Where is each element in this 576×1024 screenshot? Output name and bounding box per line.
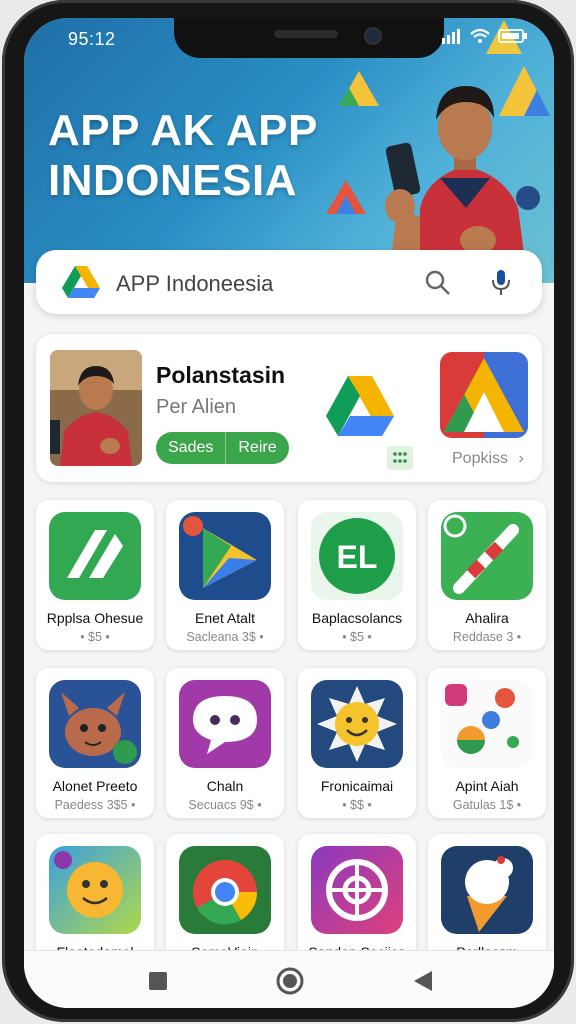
app-meta: • $$ • [342,798,372,812]
app-name: Baplacsolancs [311,610,403,626]
app-meta: Gatulas 1$ • [452,798,522,812]
featured-button-group: Sades Reire [156,432,289,464]
svg-text:EL: EL [337,539,378,575]
hero-title-line2: INDONESIA [48,156,297,205]
app-card[interactable]: Ahalira Reddase 3 • [428,500,546,650]
navigation-bar [24,950,554,1008]
decor-triangle-icon [326,180,366,214]
drive-logo-icon[interactable] [326,376,394,436]
app-icon-play-triangle [179,512,271,600]
app-meta: • $5 • [80,630,110,644]
app-name: Apint Aiah [455,778,519,794]
app-icon-ice-cream [441,846,533,934]
grid-icon[interactable] [387,446,413,470]
app-meta: Reddase 3 • [452,630,522,644]
app-icon-el-circle: EL [311,512,403,600]
app-card[interactable]: Fronicaimai • $$ • [298,668,416,818]
app-icon-wheel [311,846,403,934]
app-icon-creature [49,680,141,768]
status-bar: 95:12 [24,18,554,62]
app-card[interactable]: Rpplsa Ohesue • $5 • [36,500,154,650]
search-input[interactable]: APP Indoneesia [116,271,273,297]
circle-nav-icon[interactable] [275,966,305,996]
app-icon-chat-bubble [179,680,271,768]
app-meta: Secuacs 9$ • [188,798,262,812]
featured-subtitle: Per Alien [156,396,237,418]
square-nav-icon[interactable] [148,971,168,991]
featured-photo [50,350,142,466]
phone-frame: APP AK APP INDONESIA 95:12 APP Indoneesi… [2,0,574,1022]
app-meta: • $5 • [342,630,372,644]
app-card[interactable]: EL Baplacsolancs • $5 • [298,500,416,650]
app-meta: Sacleana 3$ • [186,630,264,644]
app-icon-shapes [441,680,533,768]
chevron-right-icon: › [518,450,524,467]
drive-logo-icon [62,266,100,298]
app-name: Fronicaimai [320,778,394,794]
app-name: Chaln [206,778,244,794]
app-card[interactable]: Chaln Secuacs 9$ • [166,668,284,818]
popkiss-label: Popkiss [452,450,509,467]
status-time: 95:12 [68,29,116,49]
app-meta: Paedess 3$5 • [54,798,136,812]
decor-triangle-icon [339,71,379,106]
app-card[interactable]: Alonet Preeto Paedess 3$5 • [36,668,154,818]
app-icon-green-arrow [49,512,141,600]
app-card[interactable]: Enet Atalt Sacleana 3$ • [166,500,284,650]
sades-button[interactable]: Sades [156,432,225,464]
battery-icon [498,29,527,43]
app-icon-sun-face [311,680,403,768]
app-icon-candy-cane [441,512,533,600]
app-name: Rpplsa Ohesue [46,610,144,626]
app-name: Ahalira [465,610,509,626]
search-bar[interactable]: APP Indoneesia [36,250,542,314]
hero-title: APP AK APP INDONESIA [48,106,318,206]
screen: APP AK APP INDONESIA 95:12 APP Indoneesi… [24,18,554,1008]
popkiss-link[interactable]: Popkiss › [452,450,524,468]
back-nav-icon[interactable] [412,969,434,993]
app-icon-smiley-gradient [49,846,141,934]
featured-title: Polanstasin [156,362,286,388]
app-name: Alonet Preeto [52,778,138,794]
hero-title-line1: APP AK APP [48,106,318,155]
signal-icon [442,29,460,44]
app-icon-chrome [179,846,271,934]
featured-card[interactable]: Polanstasin Per Alien Sades Reire Popkis… [36,334,542,482]
mic-icon[interactable] [490,268,512,298]
search-icon[interactable] [424,269,452,297]
featured-app-icon[interactable] [440,352,528,438]
app-card[interactable]: Apint Aiah Gatulas 1$ • [428,668,546,818]
wifi-icon [470,28,490,43]
app-name: Enet Atalt [195,610,255,626]
reire-button[interactable]: Reire [226,432,288,464]
